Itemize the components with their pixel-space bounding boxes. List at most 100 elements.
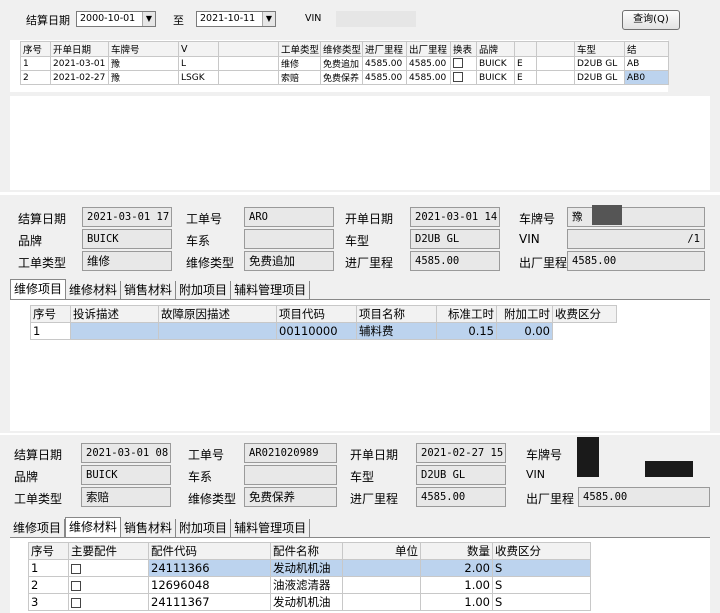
col-header[interactable]: 主要配件 xyxy=(68,542,149,560)
cell-type: 维修 xyxy=(278,56,321,71)
col-header[interactable]: 开单日期 xyxy=(50,41,109,57)
out-mileage-field[interactable]: 4585.00 xyxy=(578,487,710,507)
col-header[interactable]: 品牌 xyxy=(476,41,515,57)
col-header[interactable]: 故障原因描述 xyxy=(158,305,277,323)
work-no-field[interactable]: ARO xyxy=(244,207,334,227)
order-type-field[interactable]: 维修 xyxy=(82,251,172,271)
series-label: 车系 xyxy=(188,470,213,484)
repair-type-field[interactable]: 免费保养 xyxy=(244,487,337,507)
tab-repair-items[interactable]: 维修项目 xyxy=(10,519,66,537)
work-no-field[interactable]: AR021020989 xyxy=(244,443,337,463)
repair-type-field[interactable]: 免费追加 xyxy=(244,251,334,271)
cell-unit xyxy=(342,576,421,594)
col-header[interactable]: 结 xyxy=(624,41,669,57)
col-header[interactable]: 进厂里程 xyxy=(362,41,407,57)
cell-main-part[interactable] xyxy=(68,593,149,611)
col-header[interactable] xyxy=(514,41,537,57)
cell-model: D2UB GL xyxy=(574,56,625,71)
cell-complaint xyxy=(70,322,159,340)
brand-field[interactable]: BUICK xyxy=(81,465,171,485)
col-header[interactable]: 标准工时 xyxy=(436,305,497,323)
tab-sales-materials[interactable]: 销售材料 xyxy=(121,281,177,299)
open-date-field[interactable]: 2021-03-01 14:2 xyxy=(410,207,500,227)
cell-qty: 1.00 xyxy=(420,576,493,594)
col-header[interactable]: 配件代码 xyxy=(148,542,271,560)
col-header[interactable]: 出厂里程 xyxy=(406,41,451,57)
cell-main-part[interactable] xyxy=(68,576,149,594)
tab-sales-materials[interactable]: 销售材料 xyxy=(121,519,177,537)
col-header[interactable]: 序号 xyxy=(30,305,71,323)
tab-extra-items[interactable]: 附加项目 xyxy=(176,281,232,299)
col-header[interactable]: 维修类型 xyxy=(320,41,363,57)
vin-field[interactable]: /1 xyxy=(567,229,705,249)
checkbox[interactable] xyxy=(71,563,81,574)
col-header[interactable]: 配件名称 xyxy=(270,542,343,560)
col-header[interactable]: 序号 xyxy=(20,41,51,57)
chevron-down-icon[interactable]: ▼ xyxy=(262,12,275,26)
cell-swap[interactable] xyxy=(450,70,477,85)
open-date-field[interactable]: 2021-02-27 15:4 xyxy=(416,443,506,463)
col-header[interactable]: 收费区分 xyxy=(492,542,591,560)
repair-materials-table: 序号 主要配件 配件代码 配件名称 单位 数量 收费区分 1 24111366 … xyxy=(28,542,591,611)
col-header[interactable]: 项目代码 xyxy=(276,305,357,323)
checkbox[interactable] xyxy=(71,580,81,591)
col-header[interactable]: 收费区分 xyxy=(552,305,617,323)
col-header[interactable]: 工单类型 xyxy=(278,41,321,57)
order-type-field[interactable]: 索赔 xyxy=(81,487,171,507)
cell-swap[interactable] xyxy=(450,56,477,71)
model-field[interactable]: D2UB GL xyxy=(416,465,506,485)
col-header[interactable]: 投诉描述 xyxy=(70,305,159,323)
date-to-select[interactable]: 2021-10-11 ▼ xyxy=(196,11,276,27)
col-header[interactable]: 序号 xyxy=(28,542,69,560)
checkbox[interactable] xyxy=(453,58,463,69)
col-header[interactable]: 车型 xyxy=(574,41,625,57)
plate-field[interactable]: 豫 xyxy=(567,207,705,227)
work-no-label: 工单号 xyxy=(186,212,223,226)
cell-unit xyxy=(342,559,421,577)
col-header[interactable]: 附加工时 xyxy=(496,305,553,323)
cell-no: 3 xyxy=(28,593,69,611)
tab-auxiliary-items[interactable]: 辅料管理项目 xyxy=(231,519,311,537)
table-row[interactable]: 2 12696048 油液滤清器 1.00 S xyxy=(28,576,591,594)
chevron-down-icon[interactable]: ▼ xyxy=(142,12,155,26)
model-field[interactable]: D2UB GL xyxy=(410,229,500,249)
query-button[interactable]: 查询(Q) xyxy=(622,10,680,30)
col-header[interactable] xyxy=(218,41,279,57)
table-row[interactable]: 1 24111366 发动机机油 2.00 S xyxy=(28,559,591,577)
table-row[interactable]: 3 24111367 发动机机油 1.00 S xyxy=(28,593,591,611)
col-header[interactable] xyxy=(536,41,575,57)
brand-field[interactable]: BUICK xyxy=(82,229,172,249)
table-row[interactable]: 1 2021-03-01 豫 L 维修 免费追加 4585.00 4585.00… xyxy=(20,56,669,71)
vin-input[interactable] xyxy=(336,11,416,27)
cell-charge: S xyxy=(492,593,591,611)
to-label: 至 xyxy=(173,14,184,27)
col-header[interactable]: 车牌号 xyxy=(108,41,179,57)
col-header[interactable]: 换表 xyxy=(450,41,477,57)
tab-auxiliary-items[interactable]: 辅料管理项目 xyxy=(231,281,311,299)
vin-label: VIN xyxy=(305,13,322,24)
tab-repair-materials[interactable]: 维修材料 xyxy=(66,281,122,299)
series-field[interactable] xyxy=(244,465,337,485)
settle-date-field[interactable]: 2021-03-01 08:5 xyxy=(81,443,171,463)
col-header[interactable]: 项目名称 xyxy=(356,305,437,323)
checkbox[interactable] xyxy=(71,597,81,608)
settle-date-field[interactable]: 2021-03-01 17:5 xyxy=(82,207,172,227)
col-header[interactable]: 数量 xyxy=(420,542,493,560)
col-header[interactable]: 单位 xyxy=(342,542,421,560)
in-mileage-field[interactable]: 4585.00 xyxy=(416,487,506,507)
in-mileage-field[interactable]: 4585.00 xyxy=(410,251,500,271)
out-mileage-field[interactable]: 4585.00 xyxy=(567,251,705,271)
checkbox[interactable] xyxy=(453,72,463,83)
date-from-select[interactable]: 2000-10-01 ▼ xyxy=(76,11,156,27)
series-field[interactable] xyxy=(244,229,334,249)
cell-main-part[interactable] xyxy=(68,559,149,577)
cell-unit xyxy=(342,593,421,611)
table-row[interactable]: 2 2021-02-27 豫 LSGK 索赔 免费保养 4585.00 4585… xyxy=(20,70,669,85)
tab-repair-materials[interactable]: 维修材料 xyxy=(65,517,122,537)
col-header[interactable]: V xyxy=(178,41,219,57)
tab-extra-items[interactable]: 附加项目 xyxy=(176,519,232,537)
tab-repair-items[interactable]: 维修项目 xyxy=(10,279,67,299)
table-row[interactable]: 1 00110000 辅料费 0.15 0.00 xyxy=(30,322,617,340)
vin-label: VIN xyxy=(519,232,540,246)
cell-plate: 豫 xyxy=(108,56,179,71)
